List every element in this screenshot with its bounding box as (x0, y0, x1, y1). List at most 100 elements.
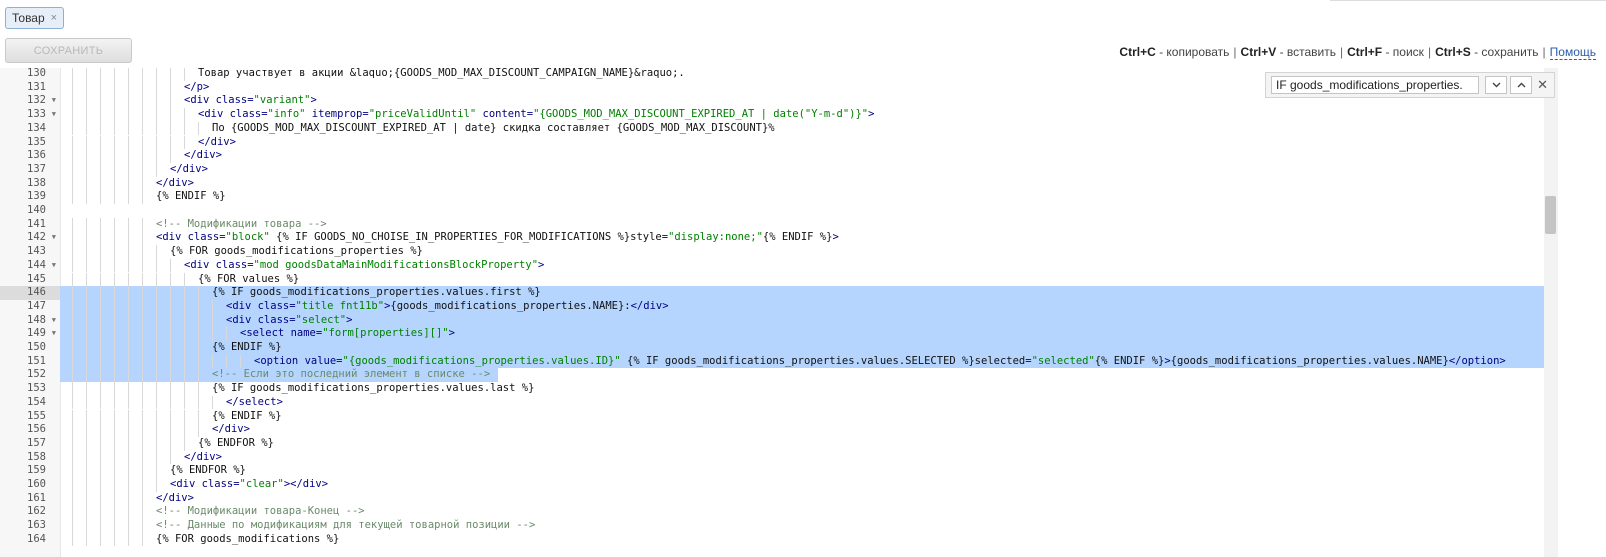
code-area[interactable]: Товар участвует в акции &laquo;{GOODS_MO… (60, 68, 1544, 557)
line-number: 144 ▼ (0, 259, 60, 273)
code-token: <!-- Модификации товара --> (156, 217, 327, 230)
help-link[interactable]: Помощь (1549, 45, 1596, 60)
code-token: </option> (1448, 354, 1506, 367)
code-line[interactable]: </div> (60, 135, 1544, 150)
code-line[interactable]: </div> (60, 162, 1544, 177)
code-token: <!-- Данные по модификациям для текущей … (156, 519, 536, 532)
fold-arrow-icon[interactable]: ▼ (52, 314, 56, 328)
fold-arrow-icon[interactable]: ▼ (52, 108, 56, 122)
fold-arrow-icon[interactable]: ▼ (52, 259, 56, 273)
line-number-text: 153 (27, 382, 46, 395)
code-token: </div> (198, 135, 236, 148)
code-token: <div class= (198, 108, 268, 121)
code-line[interactable]: {% IF goods_modifications_properties.val… (60, 286, 1544, 300)
code-line[interactable]: <div class="clear"></div> (60, 478, 1544, 492)
line-number: 142 ▼ (0, 231, 60, 245)
code-token: <div class= (226, 299, 296, 312)
close-icon[interactable]: × (51, 12, 57, 24)
code-line[interactable]: <div class="mod goodsDataMainModificatio… (60, 258, 1544, 273)
code-token: "selected" (1031, 354, 1095, 367)
hint-save-text: - сохранить (1470, 45, 1539, 59)
code-token: "priceValidUntil" (368, 108, 477, 121)
code-line[interactable]: </div> (60, 176, 1544, 191)
code-token: <div class= (226, 313, 296, 326)
fold-arrow-icon[interactable]: ▼ (52, 94, 56, 108)
hint-save-key: Ctrl+S (1435, 45, 1471, 59)
chevron-up-icon[interactable] (1510, 76, 1532, 94)
code-line[interactable]: </select> (60, 395, 1544, 410)
code-token: <div class= (170, 478, 240, 490)
fold-arrow-icon[interactable]: ▼ (52, 231, 56, 245)
line-number-text: 162 (27, 505, 46, 518)
line-number-text: 163 (27, 519, 46, 532)
code-line[interactable]: <div class="title fnt11b">{goods_modific… (60, 299, 1544, 314)
code-line[interactable]: </div> (60, 491, 1544, 506)
search-close-icon[interactable]: ✕ (1537, 77, 1548, 93)
hint-separator: | (1233, 45, 1237, 59)
code-line[interactable]: <div class="info" itemprop="priceValidUn… (60, 108, 1544, 122)
line-number: 150 (0, 341, 60, 355)
code-line[interactable]: {% ENDIF %} (60, 341, 1544, 355)
hint-paste-text: - вставить (1276, 45, 1336, 59)
code-line[interactable]: <!-- Если это последний элемент в списке… (60, 368, 1544, 383)
line-number: 149 ▼ (0, 327, 60, 341)
code-line[interactable]: {% ENDFOR %} (60, 436, 1544, 451)
chevron-down-icon[interactable] (1485, 76, 1507, 94)
line-number-text: 142 (27, 231, 46, 244)
code-line[interactable]: {% ENDIF %} (60, 409, 1544, 424)
code-line[interactable]: {% ENDIF %} (60, 190, 1544, 204)
code-line[interactable]: </div> (60, 149, 1544, 163)
code-line[interactable]: <!-- Модификации товара-Конец --> (60, 505, 1544, 520)
code-token: </div> (212, 423, 250, 436)
code-token: <select name= (240, 327, 323, 340)
code-editor[interactable]: 130 131 132 ▼ 133 ▼ 134 135 136 137 138 139 140 141 14… (0, 68, 1606, 557)
code-line[interactable]: {% ENDFOR %} (60, 464, 1544, 478)
code-line[interactable]: </div> (60, 423, 1544, 437)
scrollbar-thumb[interactable] (1545, 196, 1556, 234)
code-token: {% ENDIF %} (212, 409, 282, 422)
code-token: "{GOODS_MOD_MAX_DISCOUNT_EXPIRED_AT | da… (533, 108, 869, 121)
code-line[interactable]: {% FOR goods_modifications %} (60, 532, 1544, 547)
line-number-text: 151 (27, 354, 46, 367)
search-input[interactable] (1271, 76, 1479, 94)
fold-arrow-icon[interactable]: ▼ (52, 327, 56, 341)
line-number-text: 156 (27, 423, 46, 436)
line-number: 136 (0, 149, 60, 163)
line-number-text: 138 (27, 176, 46, 189)
code-line[interactable]: <option value="{goods_modifications_prop… (60, 354, 1544, 369)
search-panel: ✕ (1265, 72, 1555, 98)
code-line[interactable]: {% FOR values %} (60, 272, 1544, 287)
line-number-text: 135 (27, 135, 46, 148)
tab-tovar[interactable]: Товар × (5, 7, 65, 29)
line-number-text: 155 (27, 409, 46, 422)
code-line[interactable]: {% IF goods_modifications_properties.val… (60, 382, 1544, 396)
code-line[interactable]: По {GOODS_MOD_MAX_DISCOUNT_EXPIRED_AT | … (60, 121, 1544, 136)
line-number-text: 152 (27, 368, 46, 381)
code-token: "select" (295, 313, 347, 326)
code-token: {goods_modifications_properties.values.N… (1170, 354, 1449, 367)
code-line[interactable] (60, 204, 1544, 218)
line-number: 143 (0, 245, 60, 259)
line-number-text: 157 (27, 436, 46, 449)
code-token: {% ENDIF %} (156, 190, 226, 203)
line-number: 158 (0, 451, 60, 465)
code-token: <div class= (156, 231, 226, 244)
code-line[interactable]: <div class="select"> (60, 313, 1544, 328)
code-line[interactable]: <!-- Модификации товара --> (60, 217, 1544, 232)
code-line[interactable]: <!-- Данные по модификациям для текущей … (60, 519, 1544, 533)
code-line[interactable]: <div class="block" {% IF GOODS_NO_CHOISE… (60, 231, 1544, 246)
save-button[interactable]: СОХРАНИТЬ (5, 38, 132, 63)
line-number-text: 147 (27, 299, 46, 312)
code-line[interactable]: <select name="form[properties][]"> (60, 327, 1544, 341)
vertical-scrollbar[interactable] (1544, 68, 1558, 557)
code-line[interactable]: {% FOR goods_modifications_properties %} (60, 245, 1544, 259)
code-token: > (538, 258, 545, 271)
code-token: <!-- Модификации товара-Конец --> (156, 505, 365, 518)
code-token: {% ENDIF %} (1094, 354, 1165, 367)
line-number: 161 (0, 492, 60, 506)
code-line[interactable]: </div> (60, 450, 1544, 465)
line-number-gutter: 130 131 132 ▼ 133 ▼ 134 135 136 137 138 139 140 141 14… (0, 68, 61, 557)
line-number: 164 (0, 533, 60, 547)
hint-copy-text: - копировать (1155, 45, 1230, 59)
code-token: {% IF GOODS_NO_CHOISE_IN_PROPERTIES_FOR_… (269, 231, 669, 244)
